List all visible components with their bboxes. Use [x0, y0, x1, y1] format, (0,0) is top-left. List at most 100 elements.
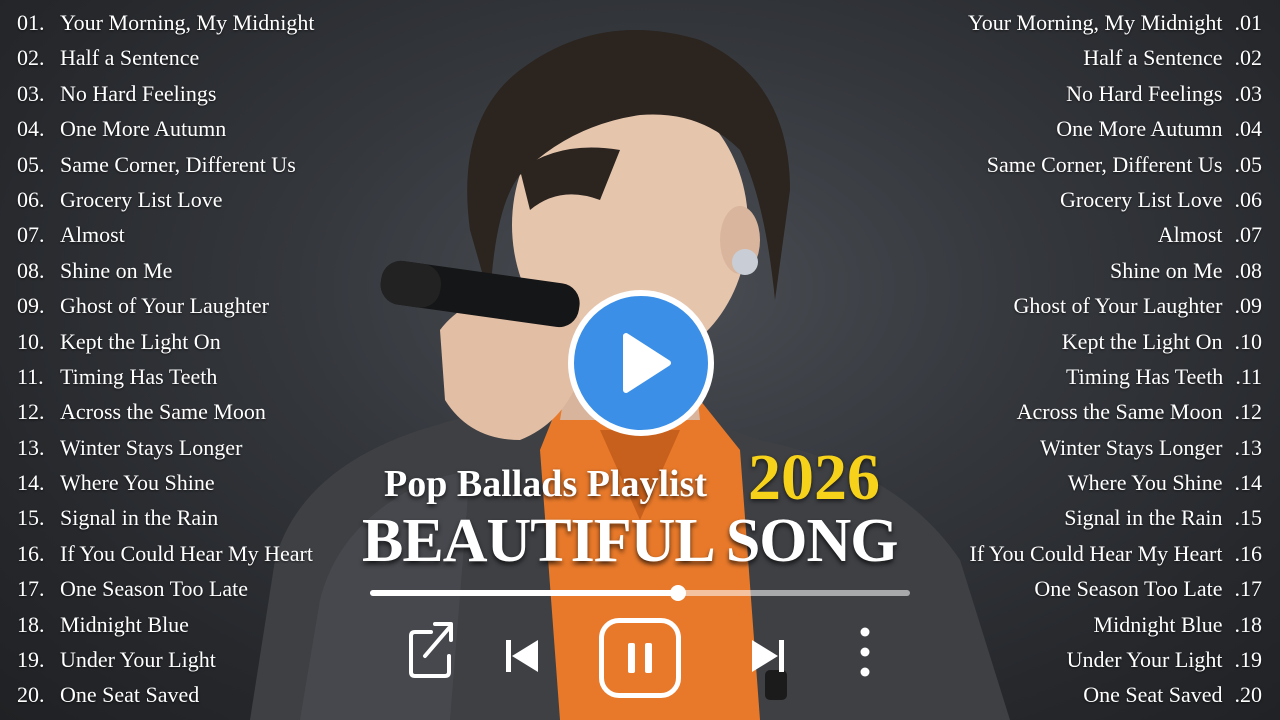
track-item[interactable]: Timing Has Teeth .11: [922, 359, 1262, 394]
track-item[interactable]: Winter Stays Longer .13: [922, 430, 1262, 465]
track-number: .04: [1234, 116, 1263, 142]
track-item[interactable]: 17. One Season Too Late: [17, 571, 347, 606]
track-item[interactable]: Almost .07: [922, 217, 1262, 252]
track-title: If You Could Hear My Heart: [60, 540, 313, 566]
track-item[interactable]: Under Your Light .19: [922, 642, 1262, 677]
track-item[interactable]: Midnight Blue .18: [922, 607, 1262, 642]
more-icon[interactable]: [855, 626, 875, 678]
track-item[interactable]: Your Morning, My Midnight .01: [922, 5, 1262, 40]
track-title: Signal in the Rain: [60, 505, 219, 531]
track-number: .14: [1234, 470, 1263, 496]
track-item[interactable]: 14. Where You Shine: [17, 465, 347, 500]
progress-bar[interactable]: [370, 585, 910, 601]
track-item[interactable]: Grocery List Love .06: [922, 182, 1262, 217]
progress-knob[interactable]: [669, 585, 686, 601]
track-item[interactable]: One Seat Saved .20: [922, 677, 1262, 712]
track-number: 19.: [17, 647, 45, 673]
track-number: .05: [1234, 151, 1263, 177]
track-number: .18: [1234, 611, 1263, 637]
track-number: .08: [1234, 257, 1263, 283]
track-title: One More Autumn: [1056, 116, 1223, 142]
track-title: Grocery List Love: [60, 186, 223, 212]
track-number: 17.: [17, 576, 45, 602]
track-title: Ghost of Your Laughter: [1013, 293, 1223, 319]
track-title: Your Morning, My Midnight: [60, 10, 315, 35]
track-item[interactable]: 18. Midnight Blue: [17, 607, 347, 642]
track-number: 09.: [17, 293, 45, 319]
track-title: Half a Sentence: [60, 45, 200, 71]
track-number: 03.: [17, 80, 45, 106]
track-number: 05.: [17, 151, 45, 177]
playlist-year: 2026: [748, 441, 880, 514]
track-number: .16: [1234, 540, 1263, 566]
track-item[interactable]: 07. Almost: [17, 217, 347, 252]
track-number: 04.: [17, 116, 45, 142]
track-title: Across the Same Moon: [60, 399, 266, 425]
track-title: No Hard Feelings: [60, 80, 217, 106]
track-title: Grocery List Love: [1060, 186, 1223, 212]
track-item[interactable]: If You Could Hear My Heart .16: [922, 536, 1262, 571]
track-title: Signal in the Rain: [1064, 505, 1223, 531]
track-item[interactable]: 20. One Seat Saved: [17, 677, 347, 712]
track-item[interactable]: One Season Too Late .17: [922, 571, 1262, 606]
track-number: 10.: [17, 328, 45, 354]
track-item[interactable]: 13. Winter Stays Longer: [17, 430, 347, 465]
track-item[interactable]: 08. Shine on Me: [17, 253, 347, 288]
track-number: 11.: [17, 363, 44, 389]
playlist-subtitle: Pop Ballads Playlist: [384, 463, 708, 505]
track-item[interactable]: 02. Half a Sentence: [17, 40, 347, 75]
track-item[interactable]: 04. One More Autumn: [17, 111, 347, 146]
tracklist-left: 01. Your Morning, My Midnight 02. Half a Se…: [17, 5, 347, 713]
track-number: 12.: [17, 399, 45, 425]
track-title: Under Your Light: [1066, 647, 1223, 673]
track-item[interactable]: One More Autumn .04: [922, 111, 1262, 146]
track-title: Same Corner, Different Us: [60, 151, 296, 177]
track-number: .12: [1234, 399, 1263, 425]
track-item[interactable]: Shine on Me .08: [922, 253, 1262, 288]
track-number: .19: [1234, 647, 1263, 673]
track-item[interactable]: Where You Shine .14: [922, 465, 1262, 500]
track-item[interactable]: Ghost of Your Laughter .09: [922, 288, 1263, 323]
track-item[interactable]: Kept the Light On .10: [922, 324, 1262, 359]
track-number: 08.: [17, 257, 45, 283]
track-title: Timing Has Teeth: [60, 363, 218, 389]
pause-button[interactable]: [599, 618, 681, 698]
track-title: Ghost of Your Laughter: [60, 293, 269, 319]
track-item[interactable]: 01. Your Morning, My Midnight: [17, 5, 347, 40]
track-item[interactable]: 12. Across the Same Moon: [17, 394, 347, 429]
track-number: 13.: [17, 434, 45, 460]
track-item[interactable]: 05. Same Corner, Different Us: [17, 147, 347, 182]
next-icon[interactable]: [748, 638, 788, 674]
track-item[interactable]: 19. Under Your Light: [17, 642, 347, 677]
track-title: Kept the Light On: [1061, 328, 1223, 354]
track-item[interactable]: Signal in the Rain .15: [922, 500, 1262, 535]
track-item[interactable]: 11. Timing Has Teeth: [17, 359, 347, 394]
play-button[interactable]: [568, 290, 714, 436]
track-item[interactable]: 06. Grocery List Love: [17, 182, 347, 217]
track-item[interactable]: 16. If You Could Hear My Heart: [17, 536, 347, 571]
track-title: Your Morning, My Midnight: [968, 10, 1223, 35]
track-number: 16.: [17, 540, 45, 566]
track-number: .17: [1234, 576, 1263, 602]
track-item[interactable]: 03. No Hard Feelings: [17, 76, 347, 111]
track-item[interactable]: Across the Same Moon .12: [922, 394, 1262, 429]
track-title: Under Your Light: [60, 647, 216, 673]
track-number: .10: [1234, 328, 1263, 354]
track-item[interactable]: 15. Signal in the Rain: [17, 500, 347, 535]
track-item[interactable]: 09. Ghost of Your Laughter: [17, 288, 347, 323]
track-title: Almost: [60, 222, 125, 248]
track-number: 20.: [17, 682, 45, 708]
track-number: 07.: [17, 222, 45, 248]
track-number: .02: [1234, 45, 1263, 71]
previous-icon[interactable]: [502, 638, 542, 674]
track-title: Kept the Light On: [60, 328, 221, 354]
track-item[interactable]: 10. Kept the Light On: [17, 324, 347, 359]
track-number: .11: [1235, 363, 1262, 389]
track-item[interactable]: Same Corner, Different Us .05: [922, 147, 1262, 182]
track-number: 15.: [17, 505, 45, 531]
track-item[interactable]: Half a Sentence .02: [922, 40, 1262, 75]
track-number: .06: [1234, 186, 1263, 212]
playlist-headline: BEAUTIFUL SONG: [362, 507, 899, 575]
share-icon[interactable]: [405, 618, 459, 680]
track-item[interactable]: No Hard Feelings .03: [922, 76, 1262, 111]
